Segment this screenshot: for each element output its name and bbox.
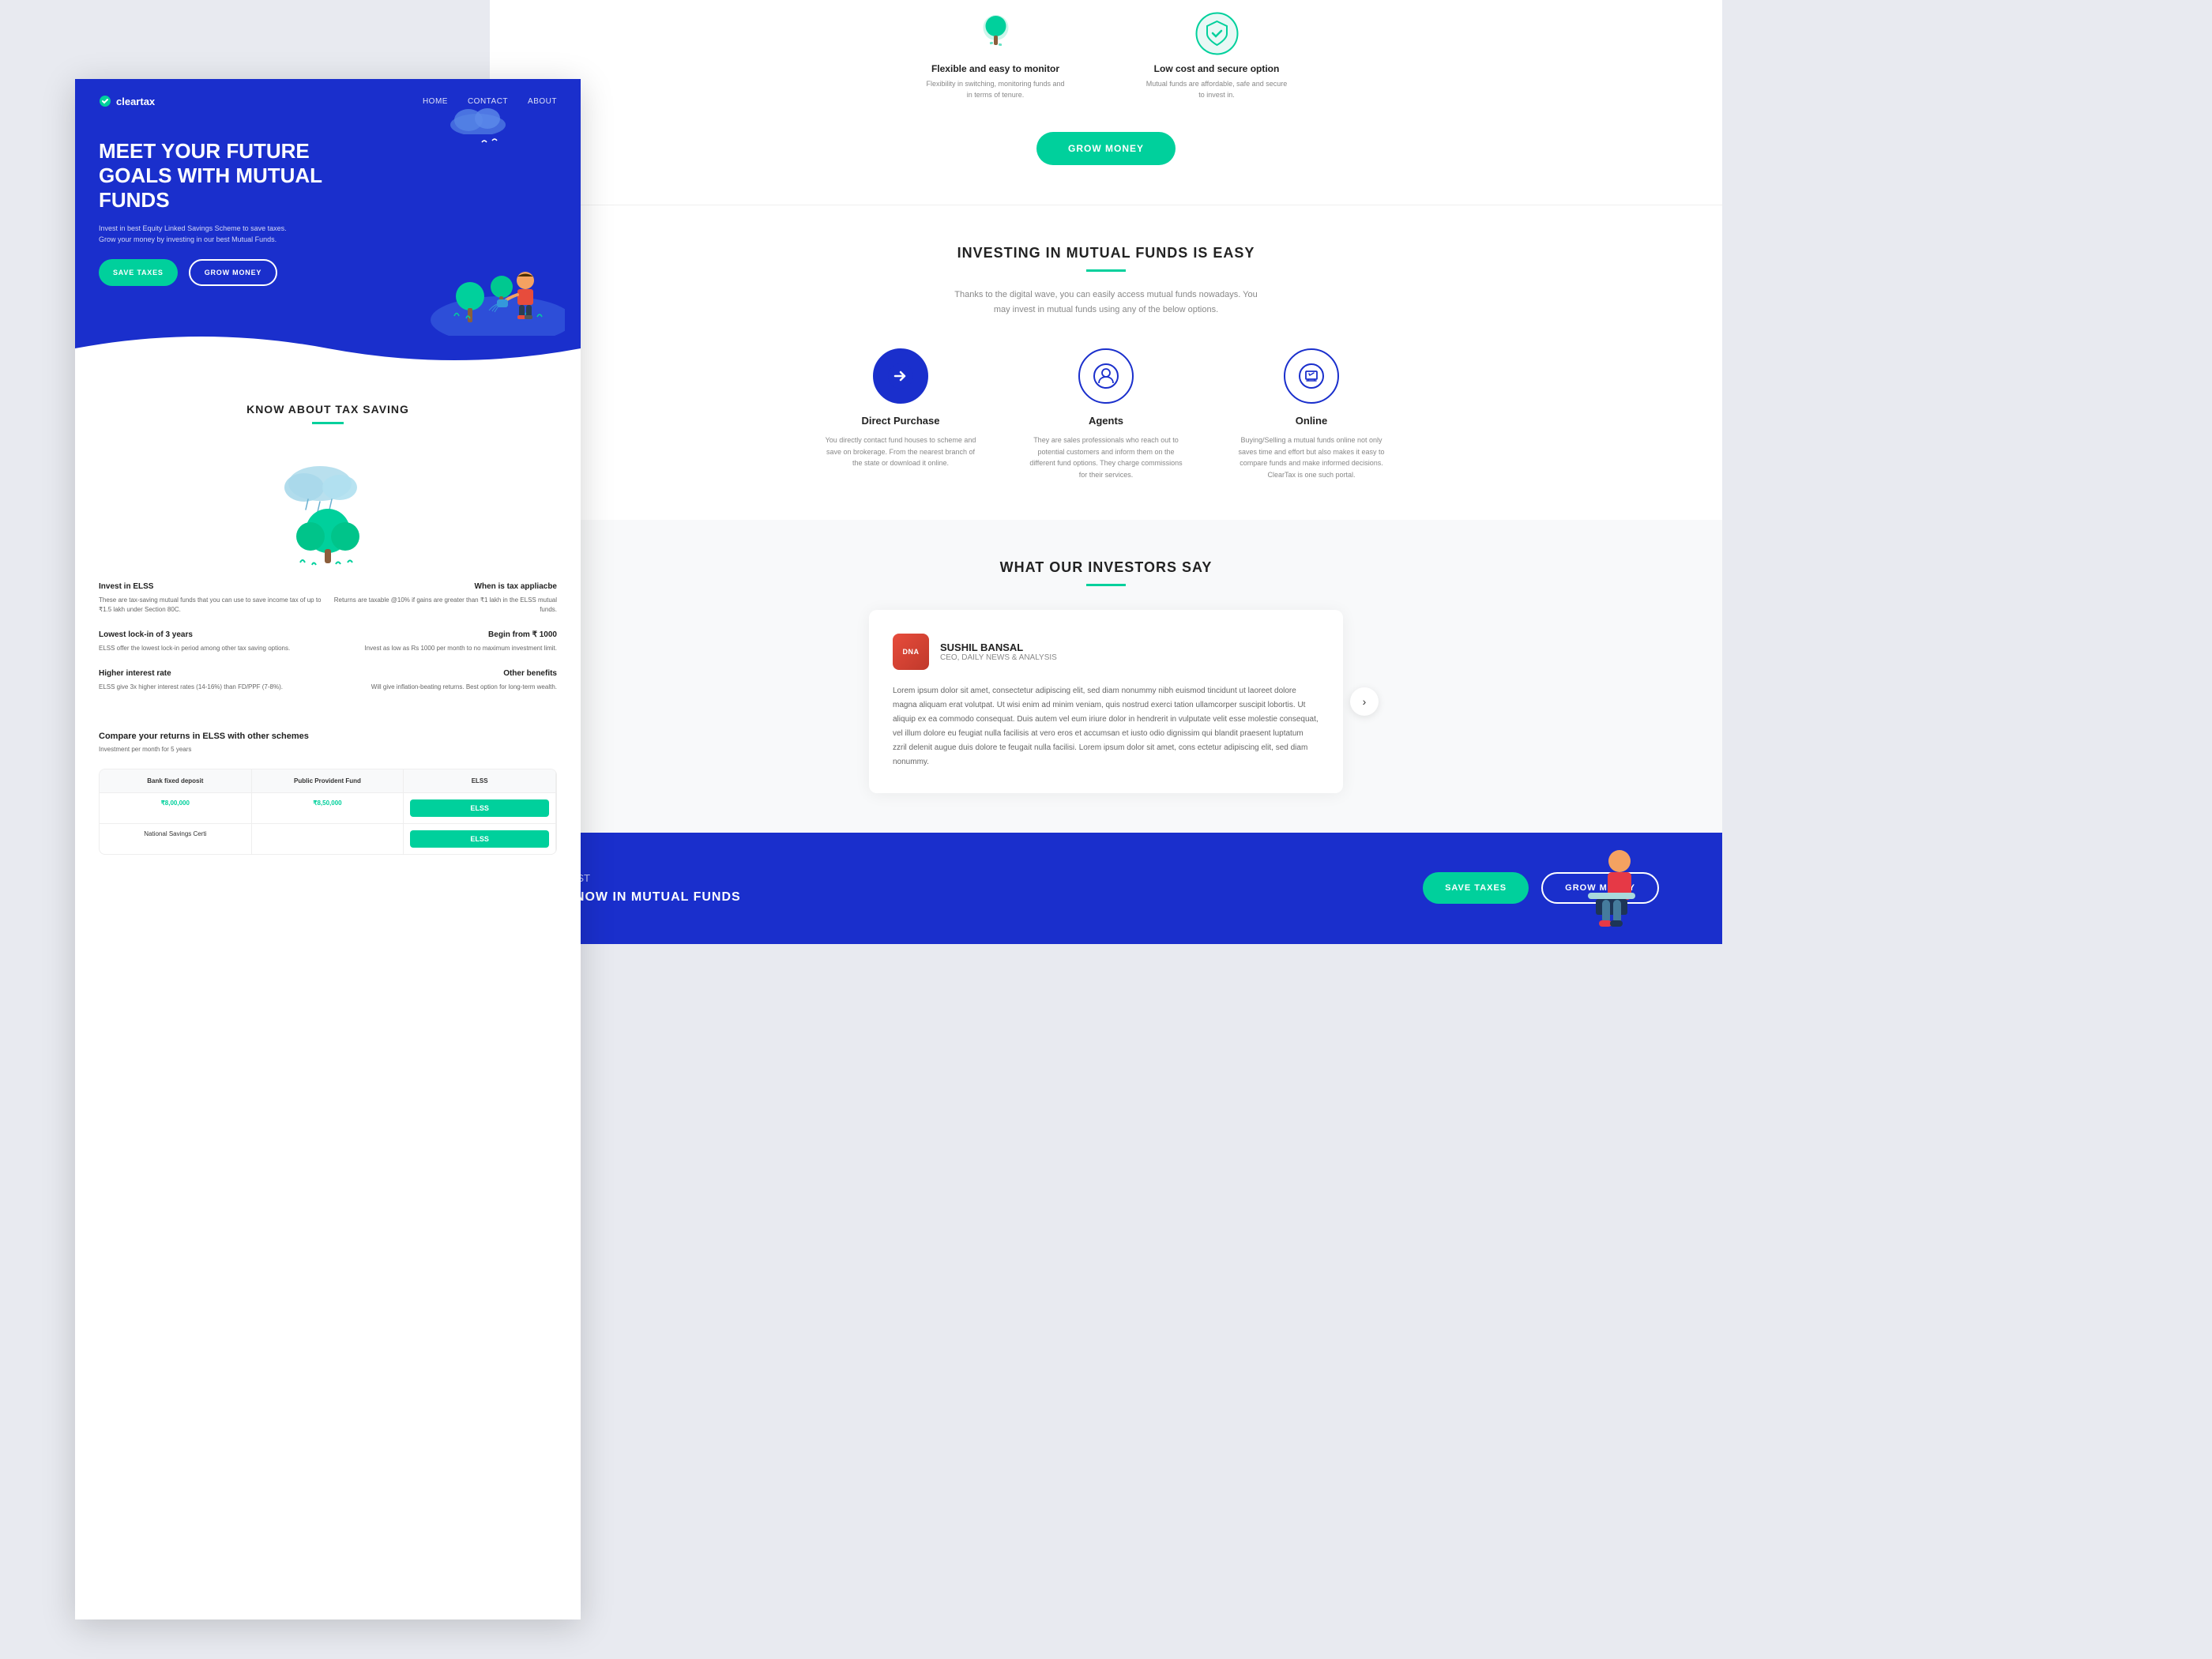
testimonial-text: Lorem ipsum dolor sit amet, consectetur … (893, 684, 1319, 769)
logo-icon (99, 95, 111, 107)
testimonial-title: WHAT OUR INVESTORS SAY (553, 559, 1659, 576)
tax-item-when: When is tax appliacbe Returns are taxabl… (332, 582, 557, 615)
testimonial-underline (1086, 584, 1126, 586)
tax-item-0-title: Invest in ELSS (99, 582, 324, 591)
tax-item-0-text: These are tax-saving mutual funds that y… (99, 596, 324, 615)
tax-saving-section: KNOW ABOUT TAX SAVING (75, 371, 581, 716)
tax-items-grid: Invest in ELSS These are tax-saving mutu… (99, 582, 557, 692)
tax-item-elss: Invest in ELSS These are tax-saving mutu… (99, 582, 324, 615)
method-direct-title: Direct Purchase (822, 415, 980, 427)
cta-pre-text: INVEST (553, 872, 741, 884)
elss-button-2[interactable]: ELSS (410, 830, 549, 848)
tax-item-2-title: Lowest lock-in of 3 years (99, 630, 324, 639)
method-direct-text: You directly contact fund houses to sche… (822, 434, 980, 468)
testimonial-card: DNA SUSHIL BANSAL CEO, DAILY NEWS & ANAL… (869, 610, 1343, 793)
col-header-3: ELSS (404, 769, 556, 792)
tax-item-other: Other benefits Will give inflation-beati… (332, 669, 557, 692)
grow-money-button[interactable]: GROW MONEY (1036, 132, 1176, 165)
method-direct[interactable]: Direct Purchase You directly contact fun… (822, 348, 980, 480)
tax-item-2-text: ELSS offer the lowest lock-in period amo… (99, 644, 324, 653)
hero-subtitle: Invest in best Equity Linked Savings Sch… (99, 223, 304, 246)
method-online-icon (1284, 348, 1339, 404)
col-header-2: Public Provident Fund (252, 769, 404, 792)
logo-text: cleartax (116, 96, 155, 107)
save-taxes-button[interactable]: SAVE TAXES (99, 259, 178, 286)
investing-underline (1086, 269, 1126, 272)
method-agents[interactable]: Agents They are sales professionals who … (1027, 348, 1185, 480)
method-agents-icon (1078, 348, 1134, 404)
feature-desc-2: Mutual funds are affordable, safe and se… (1146, 79, 1288, 100)
testimonial-section: WHAT OUR INVESTORS SAY DNA SUSHIL BANSAL… (490, 520, 1722, 833)
method-online[interactable]: Online Buying/Selling a mutual funds onl… (1232, 348, 1390, 480)
amount-ppf: ₹8,50,000 (313, 799, 341, 807)
cta-save-taxes-button[interactable]: SAVE TAXES (1423, 872, 1529, 904)
shield-icon (1195, 12, 1239, 55)
cta-section: INVEST ST NOW IN MUTUAL FUNDS SAVE TAXES… (490, 833, 1722, 944)
method-online-title: Online (1232, 415, 1390, 427)
feature-title-2: Low cost and secure option (1146, 63, 1288, 74)
tax-item-5-text: Will give inflation-beating returns. Bes… (332, 683, 557, 692)
feature-title-1: Flexible and easy to monitor (924, 63, 1066, 74)
amount-fd: ₹8,00,000 (161, 799, 190, 807)
author-avatar: DNA (893, 634, 929, 670)
logo: cleartax (99, 95, 155, 107)
testimonial-next-button[interactable]: › (1350, 687, 1379, 716)
method-online-text: Buying/Selling a mutual funds online not… (1232, 434, 1390, 480)
compare-row-2: National Savings Certi ELSS (100, 823, 556, 854)
tax-item-interest: Higher interest rate ELSS give 3x higher… (99, 669, 324, 692)
method-agents-title: Agents (1027, 415, 1185, 427)
compare-row-1: ₹8,00,000 ₹8,50,000 ELSS (100, 792, 556, 823)
invest-methods: Direct Purchase You directly contact fun… (553, 348, 1659, 480)
compare-subtitle: Investment per month for 5 years (99, 746, 557, 753)
row2-col1: National Savings Certi (144, 830, 206, 837)
tax-item-1-text: Returns are taxable @10% if gains are gr… (332, 596, 557, 615)
hero-content: MEET YOUR FUTURE GOALS WITH MUTUAL FUNDS… (75, 123, 581, 286)
tax-illustration (99, 448, 557, 566)
tax-item-lockin: Lowest lock-in of 3 years ELSS offer the… (99, 630, 324, 653)
tax-item-5-title: Other benefits (332, 669, 557, 678)
investing-title: INVESTING IN MUTUAL FUNDS IS EASY (553, 245, 1659, 261)
hero-title: MEET YOUR FUTURE GOALS WITH MUTUAL FUNDS (99, 139, 352, 213)
col-header-1: Bank fixed deposit (100, 769, 252, 792)
tax-item-4-text: ELSS give 3x higher interest rates (14-1… (99, 683, 324, 692)
tax-item-3-title: Begin from ₹ 1000 (332, 630, 557, 639)
investing-text: Thanks to the digital wave, you can easi… (948, 288, 1264, 317)
main-page: cleartax HOME CONTACT ABOUT MEET YOUR FU… (75, 79, 581, 1620)
grow-money-hero-button[interactable]: GROW MONEY (189, 259, 278, 286)
cta-illustration (1564, 837, 1659, 944)
hero-wave (75, 325, 581, 371)
author-role: CEO, DAILY NEWS & ANALYSIS (940, 653, 1057, 662)
feature-tree: Flexible and easy to monitor Flexibility… (924, 12, 1066, 100)
feature-desc-1: Flexibility in switching, monitoring fun… (924, 79, 1066, 100)
tax-item-1-title: When is tax appliacbe (332, 582, 557, 591)
investing-section: INVESTING IN MUTUAL FUNDS IS EASY Thanks… (490, 205, 1722, 520)
nav-home[interactable]: HOME (423, 97, 448, 106)
tax-item-4-title: Higher interest rate (99, 669, 324, 678)
elss-button-1[interactable]: ELSS (410, 799, 549, 817)
compare-table-header: Bank fixed deposit Public Provident Fund… (100, 769, 556, 792)
compare-title: Compare your returns in ELSS with other … (99, 732, 557, 741)
hero-section: cleartax HOME CONTACT ABOUT MEET YOUR FU… (75, 79, 581, 371)
testimonial-author: DNA SUSHIL BANSAL CEO, DAILY NEWS & ANAL… (893, 634, 1319, 670)
method-agents-text: They are sales professionals who reach o… (1027, 434, 1185, 480)
tax-section-title: KNOW ABOUT TAX SAVING (99, 403, 557, 416)
tax-item-begin: Begin from ₹ 1000 Invest as low as Rs 10… (332, 630, 557, 653)
tax-section-underline (312, 422, 344, 424)
author-name: SUSHIL BANSAL (940, 641, 1057, 653)
nav-about[interactable]: ABOUT (528, 97, 557, 106)
method-direct-icon (873, 348, 928, 404)
compare-section: Compare your returns in ELSS with other … (75, 716, 581, 871)
right-page-background: Flexible and easy to monitor Flexibility… (490, 0, 1722, 1659)
hero-buttons: SAVE TAXES GROW MONEY (99, 259, 557, 286)
feature-shield: Low cost and secure option Mutual funds … (1146, 12, 1288, 100)
tax-item-3-text: Invest as low as Rs 1000 per month to no… (332, 644, 557, 653)
cta-text: ST NOW IN MUTUAL FUNDS (553, 890, 741, 905)
tree-icon (974, 12, 1018, 55)
compare-table: Bank fixed deposit Public Provident Fund… (99, 769, 557, 855)
